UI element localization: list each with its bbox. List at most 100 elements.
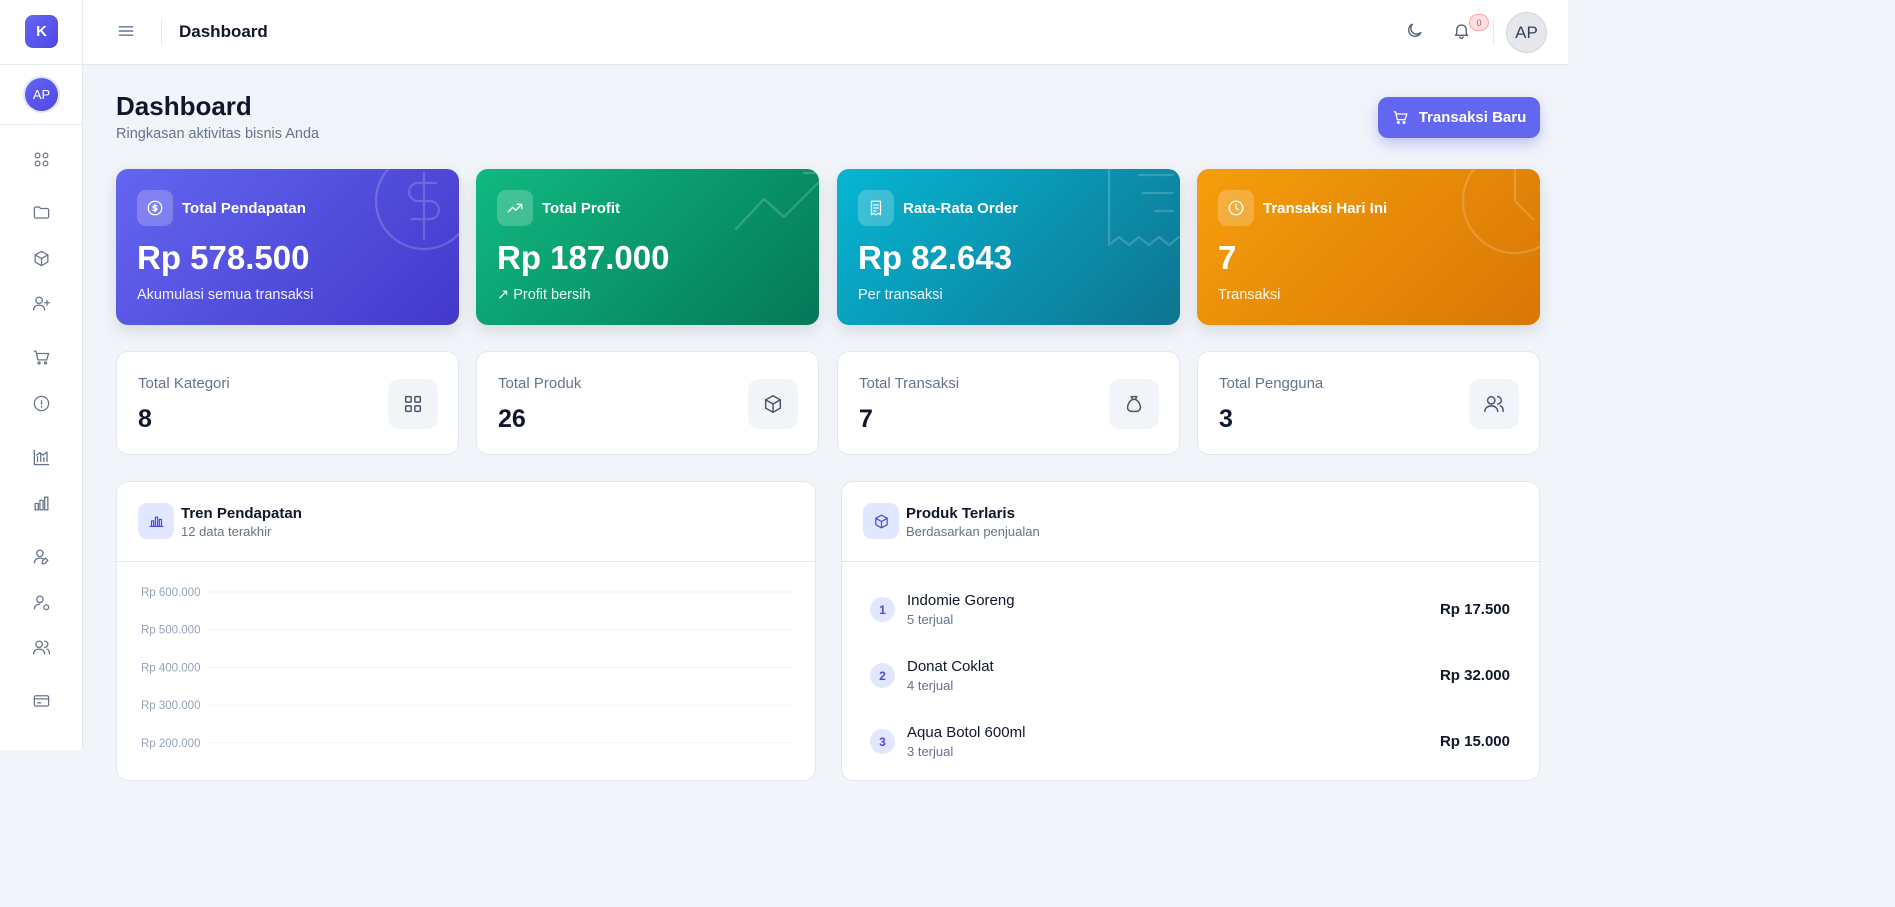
- summary-card-label: Total Profit: [542, 200, 621, 217]
- panel-title: Produk Terlaris: [906, 505, 1015, 522]
- receipt-icon: [1107, 169, 1180, 260]
- trending-up-icon: [734, 169, 819, 244]
- product-rank: 1: [870, 597, 895, 622]
- product-name: Donat Coklat: [907, 658, 994, 675]
- user-edit-icon[interactable]: [30, 545, 52, 567]
- product-price: Rp 32.000: [1439, 667, 1510, 684]
- summary-card-value: 7: [1218, 239, 1237, 276]
- panel-subtitle: Berdasarkan penjualan: [906, 524, 1040, 539]
- summary-card-label: Rata-Rata Order: [903, 200, 1019, 217]
- product-sold: 4 terjual: [907, 678, 954, 693]
- stat-card-products: Total Produk 26: [476, 351, 819, 455]
- chart-y-tick-label: Rp 300.000: [141, 700, 200, 712]
- topbar-divider: [161, 19, 162, 45]
- app-logo[interactable]: K: [25, 15, 58, 48]
- chart-y-tick-label: Rp 200.000: [141, 738, 200, 750]
- summary-card-label: Transaksi Hari Ini: [1263, 200, 1388, 217]
- user-avatar[interactable]: AP: [1506, 12, 1547, 53]
- arrow-up-right-icon: ↗: [497, 287, 510, 303]
- list-item[interactable]: 1 Indomie Goreng 5 terjual Rp 17.500: [870, 589, 1510, 629]
- users-icon[interactable]: [30, 636, 52, 658]
- summary-card-profit: Total Profit Rp 187.000 ↗ Profit bersih: [476, 169, 819, 325]
- dashboard-grid-icon[interactable]: [30, 148, 52, 170]
- info-icon[interactable]: [30, 392, 52, 414]
- top-products-panel: Produk Terlaris Berdasarkan penjualan 1 …: [841, 481, 1540, 781]
- credit-card-icon[interactable]: [30, 689, 52, 711]
- clock-icon: [1218, 190, 1254, 226]
- summary-card-label: Total Pendapatan: [182, 200, 306, 217]
- stat-card-value: 26: [498, 405, 526, 433]
- grid-icon: [388, 379, 438, 429]
- stat-card-transactions: Total Transaksi 7: [837, 351, 1180, 455]
- user-settings-icon[interactable]: [30, 591, 52, 613]
- summary-card-subtext: ↗ Profit bersih: [497, 287, 591, 303]
- stat-card-value: 8: [138, 405, 152, 433]
- bar-chart-icon[interactable]: [30, 492, 52, 514]
- dollar-icon: [374, 169, 459, 270]
- product-name: Indomie Goreng: [907, 592, 1015, 609]
- topbar-title: Dashboard: [179, 22, 268, 41]
- clock-icon: [1455, 169, 1540, 264]
- summary-card-value: Rp 82.643: [858, 239, 1013, 276]
- sidebar-avatar[interactable]: AP: [25, 78, 58, 111]
- page-subtitle: Ringkasan aktivitas bisnis Anda: [116, 126, 320, 142]
- summary-card-today-transactions: Transaksi Hari Ini 7 Transaksi: [1197, 169, 1540, 325]
- topbar-divider: [1493, 19, 1494, 45]
- stat-card-label: Total Produk: [498, 375, 582, 392]
- stat-card-value: 7: [859, 405, 873, 433]
- topbar: Dashboard 0 AP: [83, 0, 1568, 65]
- menu-toggle-icon[interactable]: [116, 21, 138, 43]
- summary-card-revenue: Total Pendapatan Rp 578.500 Akumulasi se…: [116, 169, 459, 325]
- list-item[interactable]: 3 Aqua Botol 600ml 3 terjual Rp 15.000: [870, 721, 1510, 761]
- bar-chart-icon: [138, 503, 174, 539]
- revenue-trend-panel: Tren Pendapatan 12 data terakhir Rp 600.…: [116, 481, 816, 781]
- revenue-trend-chart: Rp 600.000 Rp 500.000 Rp 400.000 Rp 300.000…: [141, 587, 793, 750]
- stat-card-users: Total Pengguna 3: [1197, 351, 1540, 455]
- notification-badge: 0: [1469, 14, 1489, 31]
- chart-y-tick-label: Rp 400.000: [141, 662, 200, 674]
- product-sold: 3 terjual: [907, 744, 954, 759]
- list-item[interactable]: 2 Donat Coklat 4 terjual Rp 32.000: [870, 655, 1510, 695]
- summary-card-subtext-label: Profit bersih: [513, 287, 591, 303]
- folder-icon[interactable]: [30, 201, 52, 223]
- trending-up-icon: [497, 190, 533, 226]
- box-icon: [863, 503, 899, 539]
- summary-card-average-order: Rata-Rata Order Rp 82.643 Per transaksi: [837, 169, 1180, 325]
- product-price: Rp 15.000: [1439, 733, 1510, 750]
- stat-card-value: 3: [1219, 405, 1233, 433]
- dollar-icon: [137, 190, 173, 226]
- chart-trend-icon[interactable]: [30, 446, 52, 468]
- box-icon[interactable]: [30, 247, 52, 269]
- receipt-icon: [858, 190, 894, 226]
- user-plus-icon[interactable]: [30, 292, 52, 314]
- product-rank: 2: [870, 663, 895, 688]
- panel-divider: [842, 561, 1539, 562]
- product-rank: 3: [870, 729, 895, 754]
- panel-title: Tren Pendapatan: [181, 505, 302, 522]
- chart-y-tick-label: Rp 600.000: [141, 587, 200, 599]
- users-icon: [1469, 379, 1519, 429]
- panel-subtitle: 12 data terakhir: [181, 524, 272, 539]
- new-transaction-button[interactable]: Transaksi Baru: [1378, 97, 1540, 138]
- dark-mode-toggle-icon[interactable]: [1405, 21, 1427, 43]
- new-transaction-label: Transaksi Baru: [1418, 109, 1527, 126]
- cart-icon[interactable]: [30, 346, 52, 368]
- box-icon: [748, 379, 798, 429]
- page-title: Dashboard: [116, 91, 252, 121]
- stat-card-label: Total Pengguna: [1219, 375, 1324, 392]
- sidebar-divider: [0, 124, 83, 125]
- cart-icon: [1393, 111, 1408, 125]
- summary-card-subtext: Transaksi: [1218, 287, 1281, 303]
- sidebar: K AP: [0, 0, 83, 750]
- product-price: Rp 17.500: [1439, 601, 1510, 618]
- summary-card-subtext: Akumulasi semua transaksi: [137, 287, 314, 303]
- stat-card-label: Total Transaksi: [859, 375, 960, 392]
- sidebar-divider: [0, 64, 83, 65]
- product-sold: 5 terjual: [907, 612, 954, 627]
- money-bag-icon: [1109, 379, 1159, 429]
- summary-card-subtext: Per transaksi: [858, 287, 943, 303]
- chart-y-tick-label: Rp 500.000: [141, 625, 200, 637]
- stat-card-categories: Total Kategori 8: [116, 351, 459, 455]
- summary-card-value: Rp 187.000: [497, 239, 670, 276]
- summary-card-value: Rp 578.500: [137, 239, 310, 276]
